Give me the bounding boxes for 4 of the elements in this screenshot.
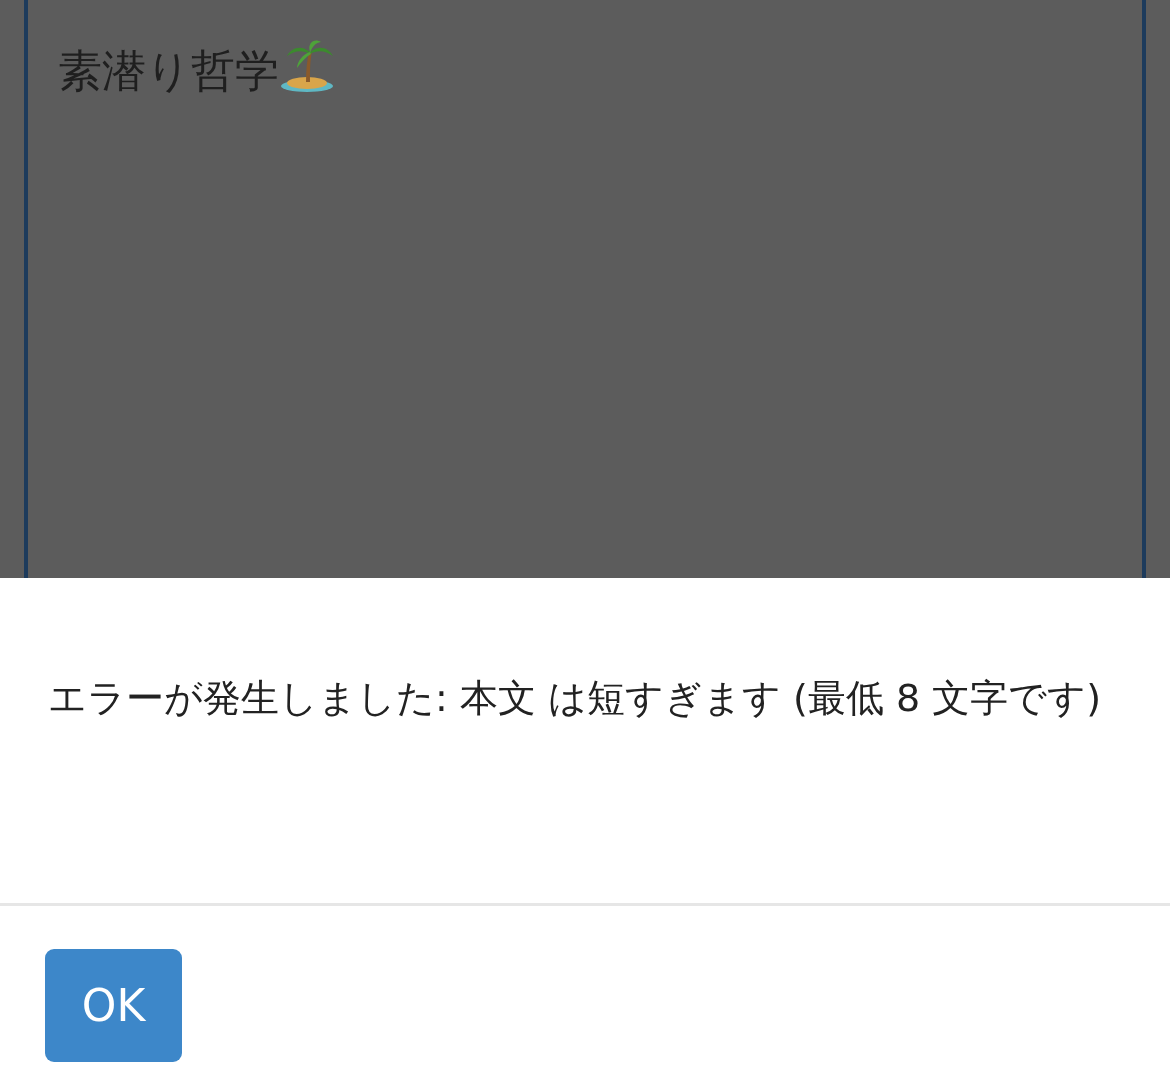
text-field[interactable]: 素潜り哲学 — [24, 0, 1146, 578]
error-message: エラーが発生しました: 本文 は短すぎます (最低 8 文字です) — [47, 675, 1103, 722]
palm-island-icon — [279, 38, 335, 94]
ok-button[interactable]: OK — [45, 949, 182, 1062]
